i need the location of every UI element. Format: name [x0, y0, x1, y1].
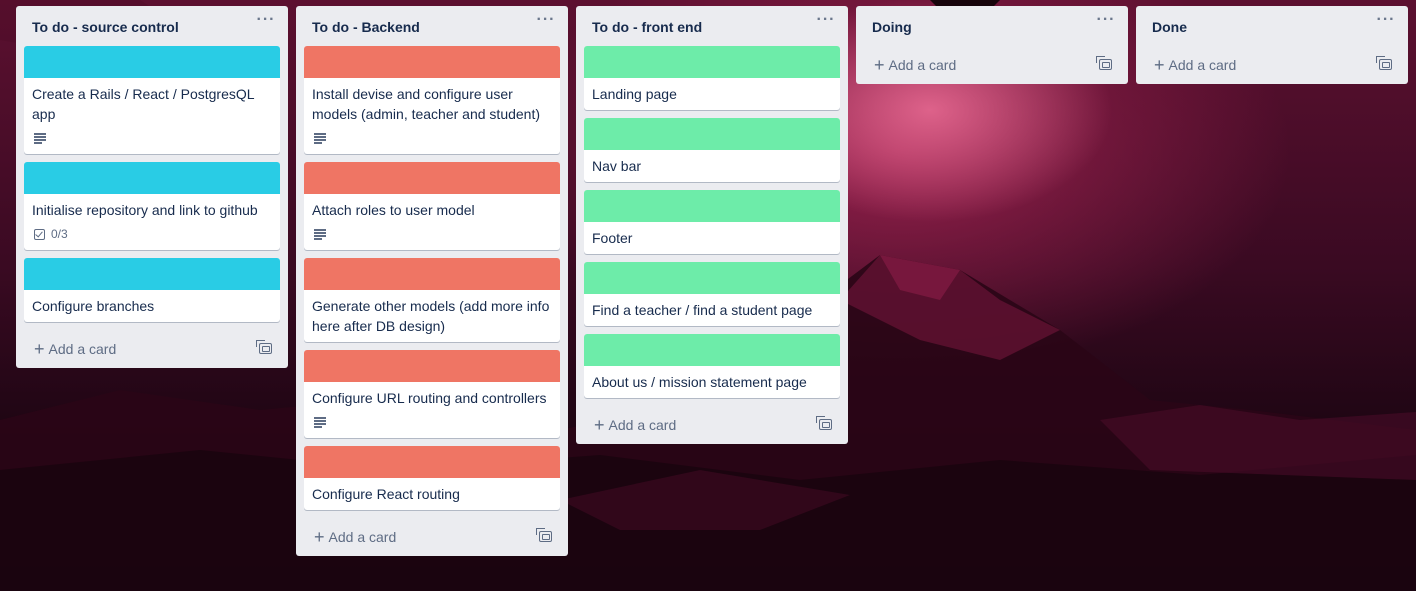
plus-icon: +	[1154, 55, 1165, 75]
card-label	[304, 258, 560, 290]
add-card-button[interactable]: + Add a card	[576, 406, 848, 444]
card-title: Find a teacher / find a student page	[592, 302, 813, 318]
card-title: Configure URL routing and controllers	[312, 390, 547, 406]
plus-icon: +	[314, 527, 325, 547]
list-doing: Doing ··· + Add a card	[856, 6, 1128, 84]
checklist-icon	[34, 228, 45, 240]
add-card-button[interactable]: + Add a card	[856, 46, 1128, 84]
card-label	[24, 162, 280, 194]
card-label	[584, 262, 840, 294]
card-label	[304, 162, 560, 194]
card[interactable]: Footer	[584, 190, 840, 254]
card-list: Create a Rails / React / PostgresQL app …	[16, 46, 288, 322]
add-card-label: Add a card	[888, 57, 957, 73]
description-icon	[314, 417, 326, 428]
card-template-icon[interactable]	[256, 340, 272, 354]
card[interactable]: About us / mission statement page	[584, 334, 840, 398]
description-icon	[34, 133, 46, 144]
list-title[interactable]: To do - Backend	[312, 18, 552, 36]
card-label	[584, 334, 840, 366]
add-card-button[interactable]: + Add a card	[296, 518, 568, 556]
card-title: Install devise and configure user models…	[312, 86, 541, 122]
list-header: To do - front end ···	[576, 6, 848, 46]
card[interactable]: Create a Rails / React / PostgresQL app	[24, 46, 280, 154]
plus-icon: +	[594, 415, 605, 435]
list-title[interactable]: To do - front end	[592, 18, 832, 36]
card-title: Configure React routing	[312, 486, 460, 502]
card[interactable]: Install devise and configure user models…	[304, 46, 560, 154]
list-header: Doing ···	[856, 6, 1128, 46]
add-card-label: Add a card	[48, 341, 117, 357]
card-title: Initialise repository and link to github	[32, 202, 258, 218]
card-list: Landing page Nav bar Footer Find a teach…	[576, 46, 848, 398]
card-label	[304, 46, 560, 78]
checklist-badge: 0/3	[32, 227, 68, 241]
card-template-icon[interactable]	[1096, 56, 1112, 70]
card-title: Attach roles to user model	[312, 202, 475, 218]
checklist-count: 0/3	[51, 227, 68, 241]
card-label	[24, 258, 280, 290]
card-label	[584, 118, 840, 150]
list-header: To do - source control ···	[16, 6, 288, 46]
add-card-button[interactable]: + Add a card	[1136, 46, 1408, 84]
list-todo-backend: To do - Backend ··· Install devise and c…	[296, 6, 568, 556]
add-card-label: Add a card	[1168, 57, 1237, 73]
description-icon	[314, 229, 326, 240]
card-label	[304, 350, 560, 382]
card[interactable]: Landing page	[584, 46, 840, 110]
card-label	[584, 46, 840, 78]
list-title[interactable]: Done	[1152, 18, 1392, 36]
card[interactable]: Initialise repository and link to github…	[24, 162, 280, 250]
list-menu-icon[interactable]: ···	[534, 12, 558, 32]
card-template-icon[interactable]	[536, 528, 552, 542]
card-title: About us / mission statement page	[592, 374, 807, 390]
list-menu-icon[interactable]: ···	[814, 12, 838, 32]
list-title[interactable]: To do - source control	[32, 18, 272, 36]
card-title: Configure branches	[32, 298, 155, 314]
card-label	[584, 190, 840, 222]
list-menu-icon[interactable]: ···	[1094, 12, 1118, 32]
plus-icon: +	[874, 55, 885, 75]
card[interactable]: Configure URL routing and controllers	[304, 350, 560, 438]
list-header: To do - Backend ···	[296, 6, 568, 46]
card-title: Create a Rails / React / PostgresQL app	[32, 86, 255, 122]
card[interactable]: Configure branches	[24, 258, 280, 322]
list-todo-source-control: To do - source control ··· Create a Rail…	[16, 6, 288, 368]
card[interactable]: Find a teacher / find a student page	[584, 262, 840, 326]
card-title: Footer	[592, 230, 633, 246]
card-template-icon[interactable]	[1376, 56, 1392, 70]
card[interactable]: Generate other models (add more info her…	[304, 258, 560, 342]
list-menu-icon[interactable]: ···	[254, 12, 278, 32]
add-card-label: Add a card	[328, 529, 397, 545]
card-list: Install devise and configure user models…	[296, 46, 568, 510]
card-title: Nav bar	[592, 158, 642, 174]
board: To do - source control ··· Create a Rail…	[0, 0, 1416, 591]
card[interactable]: Attach roles to user model	[304, 162, 560, 250]
description-icon	[314, 133, 326, 144]
card[interactable]: Nav bar	[584, 118, 840, 182]
list-title[interactable]: Doing	[872, 18, 1112, 36]
add-card-button[interactable]: + Add a card	[16, 330, 288, 368]
card-template-icon[interactable]	[816, 416, 832, 430]
card-label	[24, 46, 280, 78]
card-title: Landing page	[592, 86, 677, 102]
list-menu-icon[interactable]: ···	[1374, 12, 1398, 32]
list-header: Done ···	[1136, 6, 1408, 46]
card-label	[304, 446, 560, 478]
card-title: Generate other models (add more info her…	[312, 298, 550, 334]
list-todo-front-end: To do - front end ··· Landing page Nav b…	[576, 6, 848, 444]
plus-icon: +	[34, 339, 45, 359]
card[interactable]: Configure React routing	[304, 446, 560, 510]
list-done: Done ··· + Add a card	[1136, 6, 1408, 84]
add-card-label: Add a card	[608, 417, 677, 433]
